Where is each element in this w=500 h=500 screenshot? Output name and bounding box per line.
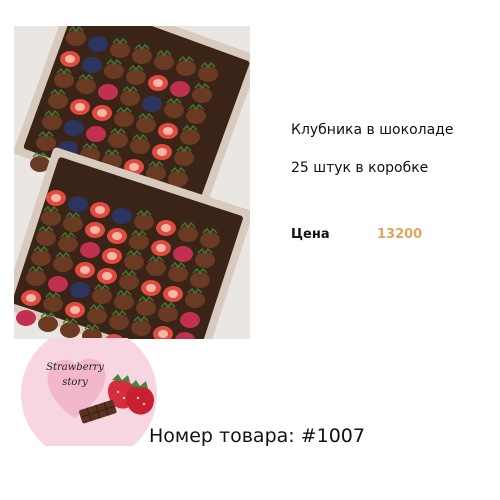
berry-cut bbox=[65, 55, 75, 63]
berry bbox=[104, 63, 124, 79]
berry bbox=[16, 310, 36, 326]
berry bbox=[119, 274, 139, 290]
berry-cut bbox=[163, 127, 173, 135]
berry bbox=[129, 234, 149, 250]
berry bbox=[192, 87, 212, 103]
berry bbox=[130, 138, 150, 154]
berry bbox=[195, 252, 215, 268]
berry bbox=[54, 72, 74, 88]
berry bbox=[168, 266, 188, 282]
berry bbox=[66, 30, 86, 46]
berry bbox=[53, 256, 73, 272]
berry bbox=[158, 306, 178, 322]
berry bbox=[43, 296, 63, 312]
berry bbox=[109, 314, 129, 330]
berry bbox=[164, 102, 184, 118]
berry bbox=[36, 230, 56, 246]
price-label: Цена bbox=[291, 227, 330, 242]
chocolate-strawberry-boxes-image bbox=[14, 26, 250, 339]
logo-line-1: Strawberry bbox=[46, 362, 104, 373]
product-article-number: Номер товара: #1007 bbox=[149, 425, 365, 447]
berry bbox=[58, 236, 78, 252]
berry bbox=[98, 84, 118, 100]
berry bbox=[126, 69, 146, 85]
berry-cut bbox=[97, 109, 107, 117]
berry bbox=[108, 132, 128, 148]
logo-text: Strawberry story bbox=[44, 360, 106, 390]
berry-cut bbox=[26, 294, 36, 302]
berry-cut bbox=[146, 284, 156, 292]
berry bbox=[170, 81, 190, 97]
berry bbox=[68, 196, 88, 212]
product-photo bbox=[14, 26, 250, 339]
berry bbox=[60, 322, 80, 338]
berry-cut bbox=[75, 103, 85, 111]
berry bbox=[31, 250, 51, 266]
berry bbox=[136, 117, 156, 133]
berry-cut bbox=[158, 330, 168, 338]
berry-cut bbox=[51, 194, 61, 202]
berry-cut bbox=[161, 224, 171, 232]
berry bbox=[63, 216, 83, 232]
berry bbox=[76, 78, 96, 94]
berry bbox=[38, 316, 58, 332]
berry bbox=[87, 308, 107, 324]
pack-count: 25 штук в коробке bbox=[291, 160, 429, 176]
berry bbox=[114, 111, 134, 127]
berry-cut bbox=[102, 272, 112, 280]
berry bbox=[200, 232, 220, 248]
product-name: Клубника в шоколаде bbox=[291, 122, 454, 138]
berry-cut bbox=[80, 266, 90, 274]
berry bbox=[190, 272, 210, 288]
berry bbox=[174, 150, 194, 166]
berry-cut bbox=[129, 163, 139, 171]
logo-line-2: story bbox=[62, 377, 88, 388]
berry bbox=[82, 57, 102, 73]
berry-cut bbox=[70, 306, 80, 314]
berry bbox=[48, 276, 68, 292]
berry bbox=[112, 208, 132, 224]
berry bbox=[124, 254, 144, 270]
berry bbox=[136, 300, 156, 316]
berry bbox=[92, 288, 112, 304]
berry-cut bbox=[90, 226, 100, 234]
berry bbox=[41, 210, 61, 226]
berry bbox=[134, 214, 154, 230]
berry-cut bbox=[95, 206, 105, 214]
berry bbox=[64, 120, 84, 136]
berry-cut bbox=[157, 148, 167, 156]
berry-cut bbox=[156, 244, 166, 252]
berry bbox=[88, 36, 108, 52]
berry bbox=[154, 54, 174, 70]
berry bbox=[180, 129, 200, 145]
berry bbox=[114, 294, 134, 310]
berry bbox=[86, 126, 106, 142]
berry bbox=[48, 93, 68, 109]
price-value: 13200 bbox=[377, 227, 423, 242]
berry-cut bbox=[153, 79, 163, 87]
berry-cut bbox=[112, 232, 122, 240]
berry bbox=[146, 260, 166, 276]
berry bbox=[142, 96, 162, 112]
brand-logo: Strawberry story bbox=[20, 338, 160, 446]
berry bbox=[26, 270, 46, 286]
berry bbox=[180, 312, 200, 328]
berry-cut bbox=[107, 252, 117, 260]
berry bbox=[110, 42, 130, 58]
berry bbox=[70, 282, 90, 298]
berry bbox=[132, 48, 152, 64]
berry bbox=[173, 246, 193, 262]
berry bbox=[176, 60, 196, 76]
berry bbox=[186, 108, 206, 124]
berry bbox=[80, 242, 100, 258]
berry bbox=[120, 90, 140, 106]
berry bbox=[185, 292, 205, 308]
berry bbox=[36, 135, 56, 151]
berry bbox=[198, 66, 218, 82]
berry bbox=[178, 226, 198, 242]
berry bbox=[131, 320, 151, 336]
berry bbox=[42, 114, 62, 130]
berry-cut bbox=[168, 290, 178, 298]
